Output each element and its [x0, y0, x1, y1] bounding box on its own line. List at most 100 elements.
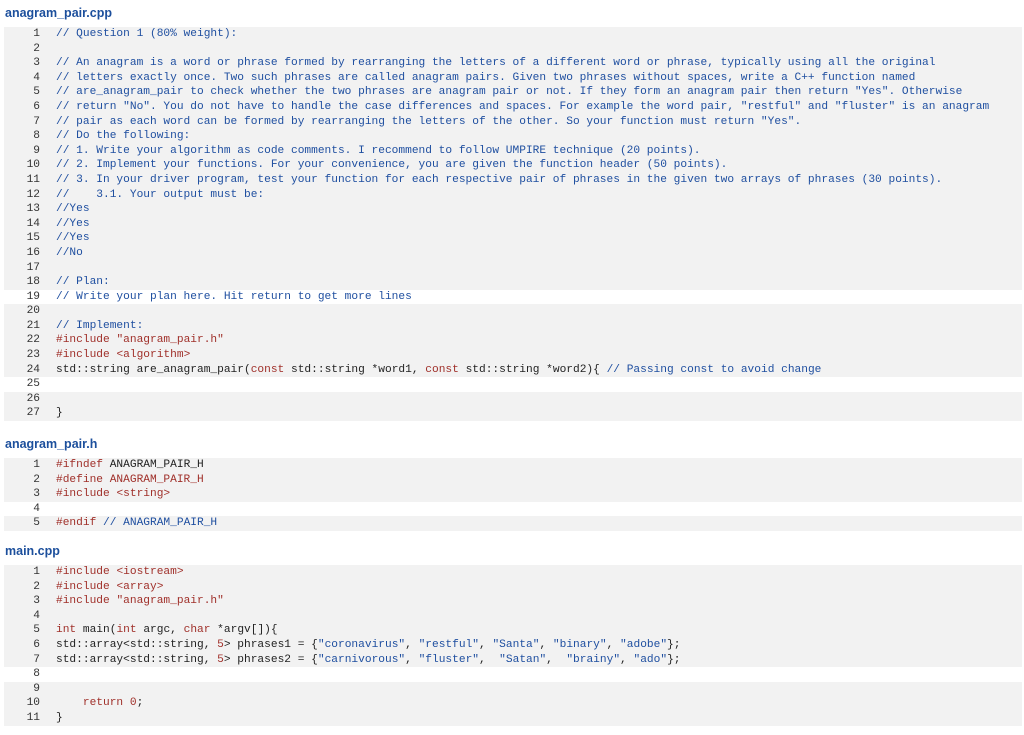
code-line[interactable]: 7 std::array<std::string, 5> phrases2 = {…	[4, 652, 1022, 668]
line-code[interactable]: #define ANAGRAM_PAIR_H	[56, 473, 204, 488]
line-code[interactable]: //Yes	[56, 202, 90, 217]
line-code[interactable]: // 3.1. Your output must be:	[56, 188, 264, 203]
code-line[interactable]: 13 //Yes	[4, 202, 1022, 217]
code-line[interactable]: 3 // An anagram is a word or phrase forme…	[4, 56, 1022, 71]
line-number: 2	[33, 42, 40, 55]
line-code[interactable]: //Yes	[56, 231, 90, 246]
code-token: //Yes	[56, 232, 90, 245]
code-line[interactable]: 19 // Write your plan here. Hit return to…	[4, 289, 1022, 305]
code-line[interactable]: 5 // are_anagram_pair to check whether th…	[4, 85, 1022, 100]
code-line[interactable]: 27}	[4, 406, 1022, 422]
code-line[interactable]: 10 return 0;	[4, 696, 1022, 711]
line-code[interactable]: #include <array>	[56, 580, 163, 595]
line-code[interactable]: //Yes	[56, 217, 90, 232]
code-token: std::string *word1,	[284, 363, 426, 376]
code-line[interactable]: 11 // 3. In your driver program, test you…	[4, 172, 1022, 188]
code-line[interactable]: 8 // Do the following:	[4, 129, 1022, 144]
code-token: ,	[546, 653, 567, 666]
code-line[interactable]: 2 #include <array>	[4, 579, 1022, 595]
line-code[interactable]: std::string are_anagram_pair(const std::…	[56, 363, 821, 378]
code-line[interactable]: 1 // Question 1 (80% weight):	[4, 27, 1022, 42]
line-code[interactable]: // pair as each word can be formed by re…	[56, 115, 801, 130]
line-code[interactable]: #include <iostream>	[56, 565, 184, 580]
code-line[interactable]: 20	[4, 304, 1022, 319]
code-line[interactable]: 23 #include <algorithm>	[4, 348, 1022, 363]
code-editor-main-cpp[interactable]: 1 #include <iostream> 2 #include <array> 3 #i…	[4, 565, 1022, 726]
line-code[interactable]: #include "anagram_pair.h"	[56, 333, 224, 348]
code-token: }	[56, 711, 63, 724]
code-line[interactable]: 5 int main(int argc, char *argv[]){	[4, 623, 1022, 638]
line-number: 24	[26, 363, 40, 376]
line-code[interactable]: return 0;	[56, 696, 143, 711]
line-code[interactable]: // An anagram is a word or phrase formed…	[56, 56, 935, 71]
code-line[interactable]: 24 std::string are_anagram_pair(const std…	[4, 362, 1022, 378]
code-token: "binary"	[552, 638, 607, 651]
line-code[interactable]: // 2. Implement your functions. For your…	[56, 158, 727, 173]
code-line[interactable]: 16 //No	[4, 245, 1022, 261]
code-line[interactable]: 3 #include <string>	[4, 487, 1022, 502]
code-line[interactable]: 4 // letters exactly once. Two such phras…	[4, 70, 1022, 86]
line-code[interactable]: #include <algorithm>	[56, 348, 190, 363]
code-line[interactable]: 12 // 3.1. Your output must be:	[4, 187, 1022, 203]
code-line[interactable]: 2 #define ANAGRAM_PAIR_H	[4, 472, 1022, 488]
code-line[interactable]: 1 #ifndef ANAGRAM_PAIR_H	[4, 458, 1022, 473]
line-number: 8	[33, 130, 40, 143]
code-line[interactable]: 1 #include <iostream>	[4, 565, 1022, 580]
line-code[interactable]: // letters exactly once. Two such phrase…	[56, 71, 915, 86]
code-line[interactable]: 15 //Yes	[4, 231, 1022, 246]
line-code[interactable]: #include <string>	[56, 487, 170, 502]
line-code[interactable]: // 3. In your driver program, test your …	[56, 173, 942, 188]
code-line[interactable]: 7 // pair as each word can be formed by r…	[4, 114, 1022, 130]
code-line[interactable]: 8	[4, 667, 1022, 682]
code-token: // letters exactly once. Two such phrase…	[56, 71, 916, 84]
code-line[interactable]: 11}	[4, 710, 1022, 726]
line-code[interactable]: // Do the following:	[56, 129, 190, 144]
code-token: };	[667, 638, 681, 651]
code-token: "restful"	[418, 638, 480, 651]
code-line[interactable]: 14 //Yes	[4, 216, 1022, 232]
line-code[interactable]: // are_anagram_pair to check whether the…	[56, 85, 962, 100]
code-line[interactable]: 21 // Implement:	[4, 318, 1022, 334]
code-line[interactable]: 9	[4, 681, 1022, 697]
line-code[interactable]: // return "No". You do not have to handl…	[56, 100, 989, 115]
line-code[interactable]: std::array<std::string, 5> phrases1 = {"…	[56, 638, 680, 653]
line-code[interactable]: }	[56, 406, 63, 421]
code-line[interactable]: 4	[4, 501, 1022, 517]
code-line[interactable]: 10 // 2. Implement your functions. For yo…	[4, 158, 1022, 173]
line-number: 6	[33, 638, 40, 651]
line-code[interactable]: // Write your plan here. Hit return to g…	[56, 290, 412, 305]
code-token: ,	[405, 653, 419, 666]
code-token: "brainy"	[566, 653, 621, 666]
line-code[interactable]: #include "anagram_pair.h"	[56, 594, 224, 609]
code-line[interactable]: 22 #include "anagram_pair.h"	[4, 333, 1022, 349]
line-code[interactable]: #ifndef ANAGRAM_PAIR_H	[56, 458, 204, 473]
code-line[interactable]: 2	[4, 41, 1022, 57]
code-line[interactable]: 9 // 1. Write your algorithm as code comm…	[4, 143, 1022, 159]
line-code[interactable]: //No	[56, 246, 83, 261]
code-editor-anagram-pair-h[interactable]: 1 #ifndef ANAGRAM_PAIR_H 2 #define ANAGRAM_…	[4, 458, 1022, 531]
line-code[interactable]: // Question 1 (80% weight):	[56, 27, 237, 42]
code-line[interactable]: 17	[4, 260, 1022, 276]
line-code[interactable]: #endif // ANAGRAM_PAIR_H	[56, 516, 217, 531]
code-token: //Yes	[56, 203, 90, 216]
code-token: // Question 1 (80% weight):	[56, 28, 238, 40]
line-code[interactable]: // Implement:	[56, 319, 143, 334]
code-line[interactable]: 18 // Plan:	[4, 275, 1022, 290]
line-code[interactable]: std::array<std::string, 5> phrases2 = {"…	[56, 653, 681, 668]
code-line[interactable]: 5 #endif // ANAGRAM_PAIR_H	[4, 516, 1022, 531]
code-token: ,	[606, 638, 621, 651]
code-line[interactable]: 4	[4, 608, 1022, 624]
line-code[interactable]: }	[56, 711, 63, 726]
line-code[interactable]: // 1. Write your algorithm as code comme…	[56, 144, 701, 159]
line-code[interactable]: // Plan:	[56, 275, 110, 290]
line-code[interactable]: int main(int argc, char *argv[]){	[56, 623, 278, 638]
code-line[interactable]: 6 std::array<std::string, 5> phrases1 = {…	[4, 637, 1022, 653]
code-token: return	[56, 697, 130, 710]
code-line[interactable]: 6 // return "No". You do not have to hand…	[4, 99, 1022, 115]
code-token: // Plan:	[56, 276, 110, 289]
code-line[interactable]: 3 #include "anagram_pair.h"	[4, 594, 1022, 609]
code-editor-anagram-pair-cpp[interactable]: 1// Question 1 (80% weight): 2 3// An anag…	[4, 27, 1022, 422]
code-line[interactable]: 25	[4, 377, 1022, 392]
code-line[interactable]: 26	[4, 391, 1022, 407]
line-number: 1	[33, 459, 40, 471]
